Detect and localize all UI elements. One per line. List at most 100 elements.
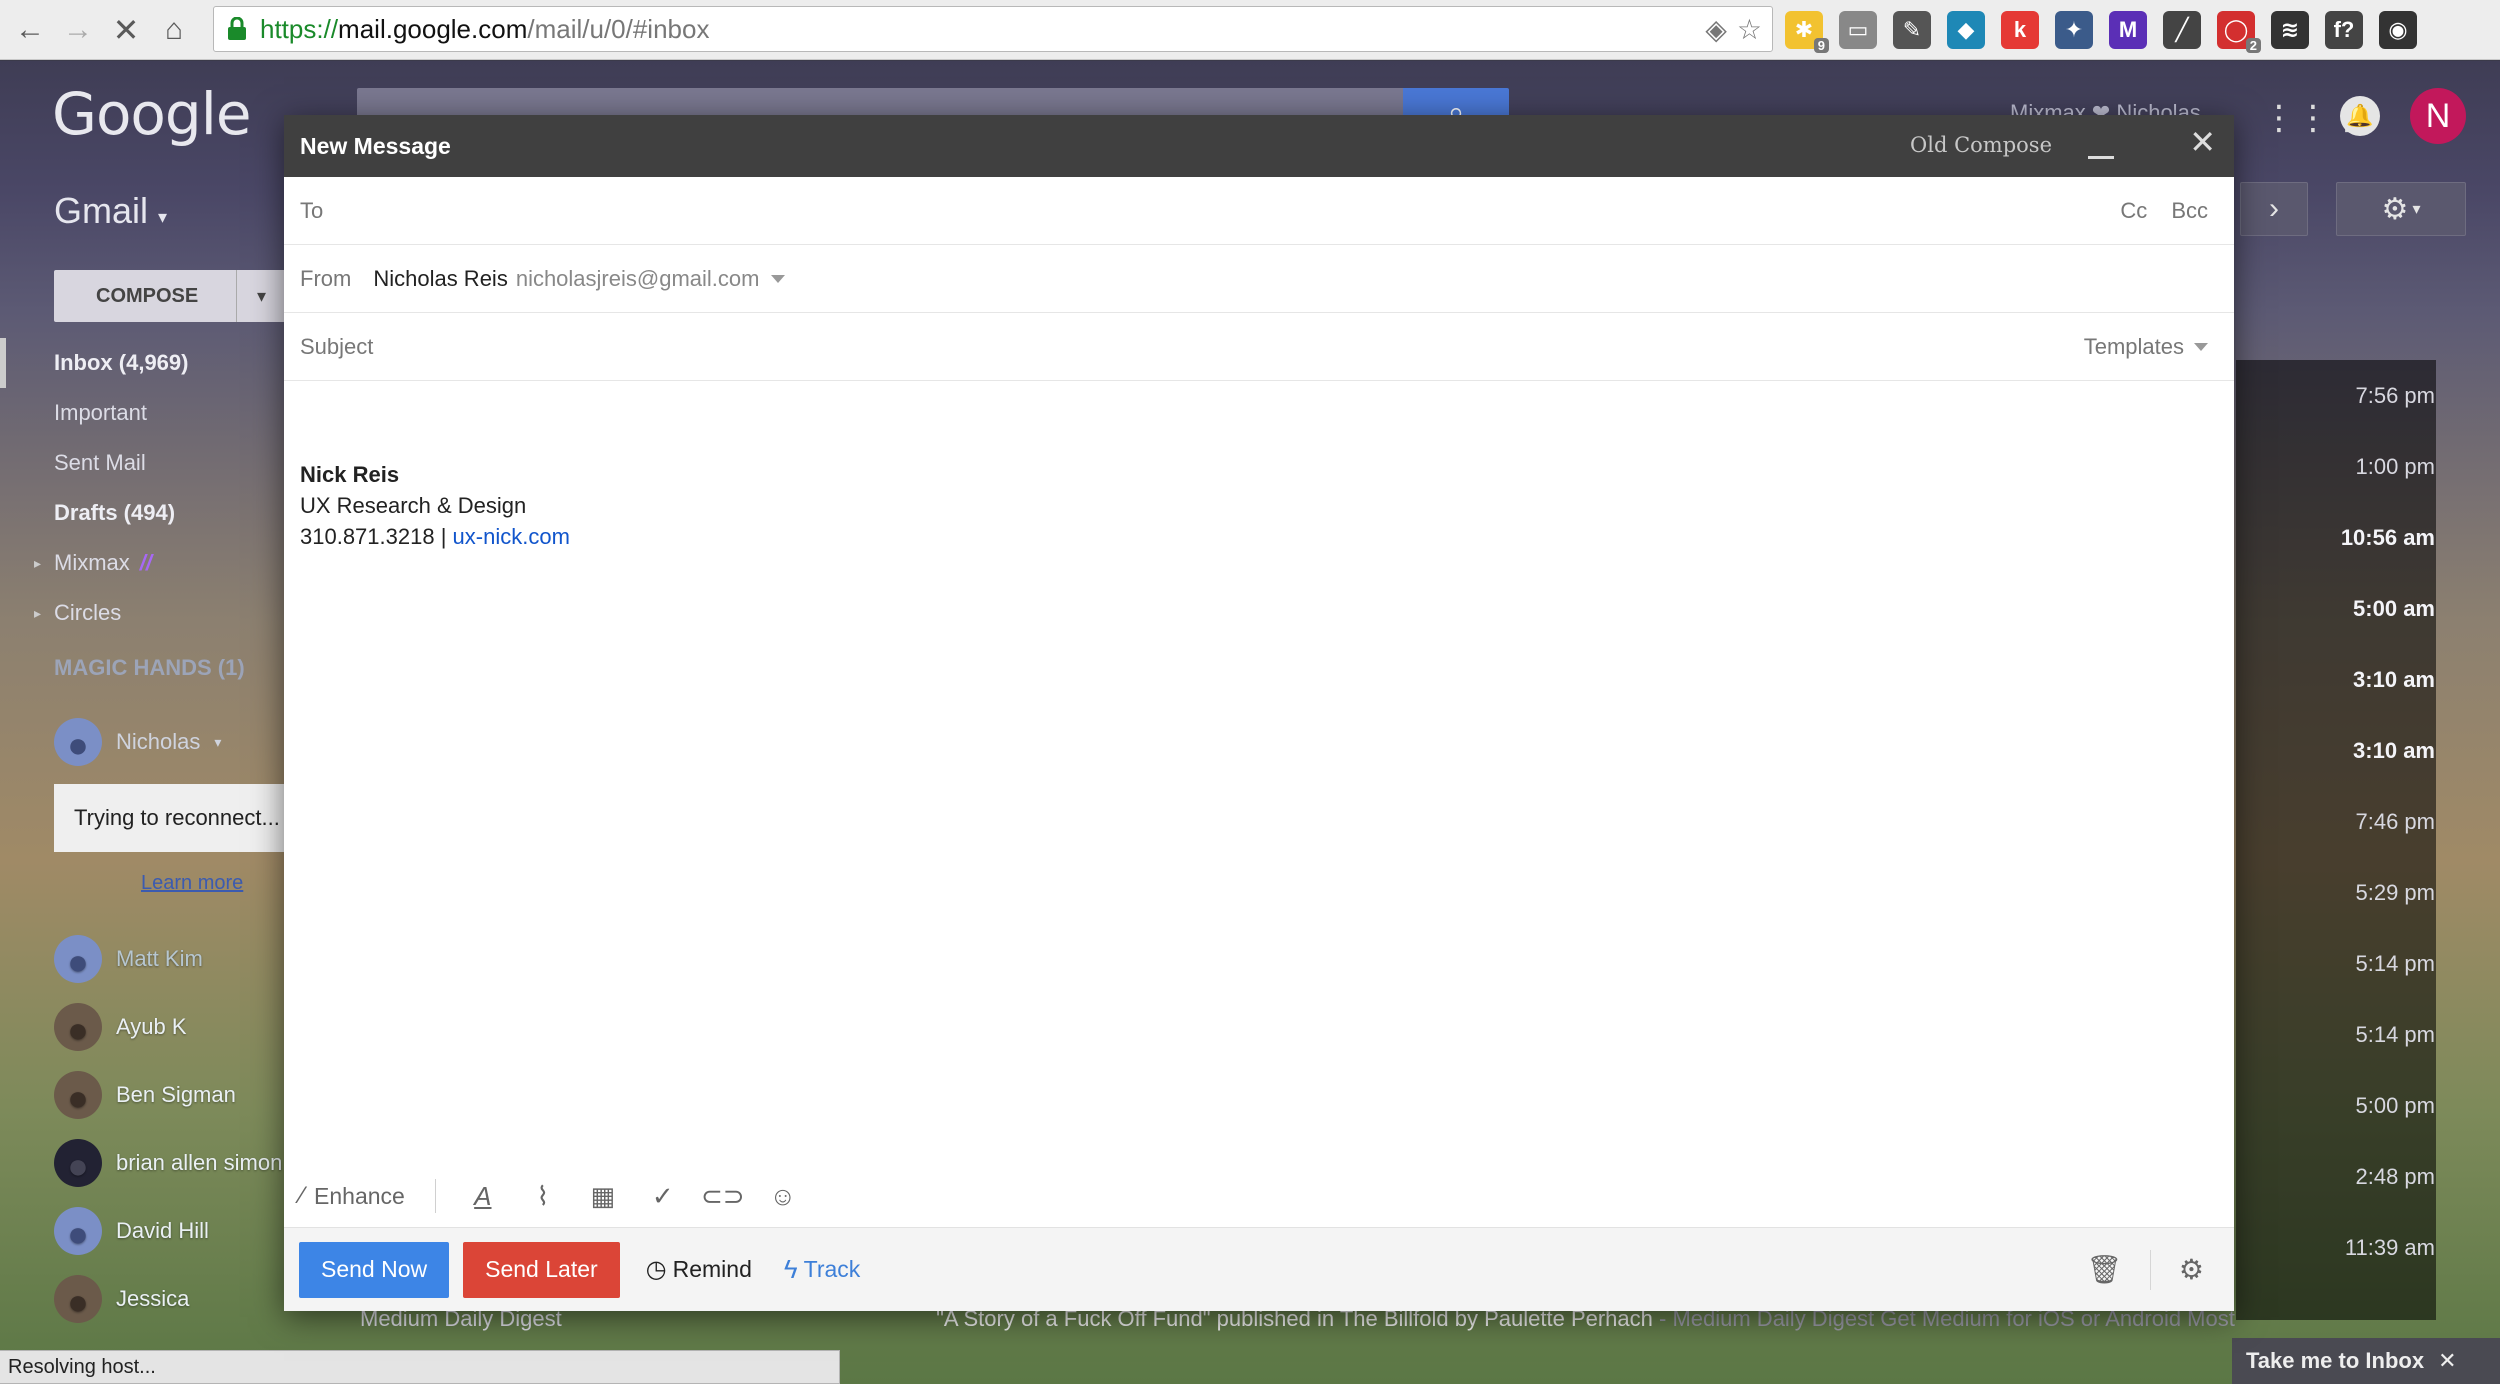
gem-extension-icon[interactable]: ◆ (1947, 11, 1985, 49)
inbox-row-time[interactable]: 3:10 am (2235, 644, 2435, 715)
subject-field[interactable]: Subject Templates (284, 313, 2234, 381)
cc-link[interactable]: Cc (2120, 198, 2147, 224)
contact-avatar: ● (54, 1139, 102, 1187)
checkmark-poll-icon[interactable]: ✓ (646, 1179, 680, 1213)
enhance-button[interactable]: ⁄ Enhance (300, 1182, 405, 1210)
cast-extension-icon[interactable]: ▭ (1839, 11, 1877, 49)
remind-button[interactable]: ◷ Remind (646, 1255, 752, 1284)
account-avatar[interactable]: N (2410, 88, 2466, 144)
bcc-link[interactable]: Bcc (2171, 198, 2208, 224)
mixmax-extension-icon[interactable]: M (2109, 11, 2147, 49)
to-field[interactable]: To Cc Bcc (284, 177, 2234, 245)
forward-arrow-icon[interactable]: → (60, 12, 96, 48)
link-icon[interactable]: ⊂⊃ (701, 1179, 745, 1213)
chevron-down-icon[interactable] (771, 274, 786, 283)
gmail-label: Gmail (54, 190, 149, 231)
extension-badge: 2 (2245, 38, 2261, 53)
sidebar-item[interactable]: Drafts (494) (0, 488, 290, 538)
ublock-extension-icon[interactable]: ◯ 2 (2217, 11, 2261, 53)
templates-dropdown[interactable]: Templates (2084, 313, 2208, 380)
contact-name: Matt Kim (116, 946, 203, 971)
chevron-right-icon[interactable]: ▸ (34, 605, 41, 622)
inbox-row-time[interactable]: 2:48 pm (2235, 1141, 2436, 1212)
close-icon[interactable]: ✕ (2189, 123, 2216, 161)
extension-glyph: ╱ (2175, 17, 2189, 42)
inbox-row-time[interactable]: 5:00 pm (2235, 1070, 2436, 1141)
chevron-right-icon[interactable]: ▸ (34, 555, 41, 572)
puzzle-extension-icon[interactable]: ✱ 9 (1785, 11, 1829, 53)
extension-glyph: ◉ (2388, 17, 2408, 42)
chat-contact[interactable]: ● David Hill (54, 1197, 294, 1265)
inbox-row-time[interactable]: 10:56 am (2235, 502, 2435, 573)
gear-icon[interactable]: ⚙ (2179, 1253, 2204, 1286)
settings-gear-button[interactable]: ⚙ ▾ (2336, 182, 2466, 236)
home-icon[interactable]: ⌂ (156, 12, 192, 48)
inbox-row-time[interactable]: 5:29 pm (2235, 857, 2436, 928)
inbox-row-time[interactable]: 11:39 am (2235, 1212, 2435, 1283)
evernote-extension-icon[interactable]: ✎ (1893, 11, 1931, 49)
chat-contact[interactable]: ● Jessica (54, 1265, 294, 1333)
chat-contact[interactable]: ● Matt Kim (54, 925, 294, 993)
k-extension-icon[interactable]: k (2001, 11, 2039, 49)
send-later-button[interactable]: Send Later (463, 1241, 620, 1298)
trash-icon[interactable]: 🗑 (2086, 1253, 2122, 1286)
eyedropper-extension-icon[interactable]: ╱ (2163, 11, 2201, 49)
compose-button[interactable]: COMPOSE ▾ (54, 270, 286, 322)
old-compose-link[interactable]: Old Compose (1910, 133, 2052, 157)
inbox-row-time[interactable]: 7:46 pm (2235, 786, 2436, 857)
sidebar-item[interactable]: ▸ Mixmax // (0, 538, 290, 588)
sidebar-item[interactable]: Inbox (4,969) (0, 338, 290, 388)
minimize-icon[interactable] (2088, 127, 2114, 159)
gmail-label-menu[interactable]: Gmail ▾ (54, 190, 167, 232)
take-me-to-inbox-banner[interactable]: Take me to Inbox ✕ (2232, 1338, 2500, 1384)
track-label: Track (803, 1256, 861, 1282)
text-format-icon[interactable]: A (466, 1179, 500, 1213)
compose-label: COMPOSE (96, 284, 199, 307)
sidebar-item[interactable]: Important (0, 388, 290, 438)
lock-extension-icon[interactable]: ✦ (2055, 11, 2093, 49)
magic-hands-label[interactable]: MAGIC HANDS (1) (54, 655, 245, 681)
color-extension-icon[interactable]: ◉ (2379, 11, 2417, 49)
lightning-bolt-icon: ϟ (783, 1254, 798, 1284)
bookmark-star-icon[interactable]: ☆ (1737, 13, 1762, 46)
google-logo[interactable]: Google (52, 80, 252, 148)
back-arrow-icon[interactable]: ← (12, 12, 48, 48)
close-icon[interactable]: ✕ (2438, 1348, 2456, 1374)
inbox-row-time[interactable]: 5:14 pm (2235, 928, 2436, 999)
inbox-row-time[interactable]: 5:00 am (2235, 573, 2435, 644)
sidebar-item[interactable]: ▸ Circles (0, 588, 290, 638)
gear-icon: ⚙ (2381, 192, 2409, 226)
buffer-extension-icon[interactable]: ≋ (2271, 11, 2309, 49)
inbox-row-time[interactable]: 7:56 pm (2235, 360, 2436, 431)
compose-dropdown-icon[interactable]: ▾ (236, 270, 286, 322)
inbox-row-time[interactable]: 3:10 am (2235, 715, 2435, 786)
next-page-button[interactable]: › (2240, 182, 2308, 236)
chat-self-status[interactable]: ● Nicholas ▾ (54, 718, 221, 766)
chat-contact[interactable]: ● Ben Sigman (54, 1061, 294, 1129)
learn-more-link[interactable]: Learn more (141, 872, 243, 895)
inbox-row-time[interactable]: 1:00 pm (2235, 431, 2436, 502)
message-body[interactable]: Nick Reis UX Research & Design 310.871.3… (284, 381, 2234, 552)
calendar-icon[interactable]: ▦ (586, 1179, 620, 1213)
stop-loading-icon[interactable]: ✕ (108, 12, 144, 48)
emoji-smiley-icon[interactable]: ☺ (766, 1179, 800, 1213)
attachment-paperclip-icon[interactable]: ⌇ (526, 1179, 560, 1213)
track-button[interactable]: ϟ Track (784, 1254, 860, 1285)
inbox-row-time[interactable]: 5:14 pm (2235, 999, 2436, 1070)
notifications-bell-icon[interactable]: 🔔 (2340, 96, 2380, 136)
chat-contact[interactable]: ● brian allen simon (54, 1129, 294, 1197)
sidebar-item[interactable]: Sent Mail (0, 438, 290, 488)
formula-extension-icon[interactable]: f? (2325, 11, 2363, 49)
address-bar[interactable]: https:// mail.google.com /mail/u/0/#inbo… (213, 6, 1773, 52)
url-host: mail.google.com (338, 13, 528, 44)
contact-avatar: ● (54, 1071, 102, 1119)
contact-avatar: ● (54, 1207, 102, 1255)
send-now-button[interactable]: Send Now (299, 1241, 450, 1298)
signature-website-link[interactable]: ux-nick.com (453, 524, 570, 549)
lastpass-icon[interactable]: ◈ (1705, 13, 1727, 46)
toolbar-divider (434, 1179, 436, 1213)
enhance-label: Enhance (314, 1182, 405, 1209)
from-field[interactable]: From Nicholas Reis nicholasjreis@gmail.c… (284, 245, 2234, 313)
compose-header[interactable]: New Message Old Compose ✕ (284, 115, 2234, 177)
chat-contact[interactable]: ● Ayub K (54, 993, 294, 1061)
